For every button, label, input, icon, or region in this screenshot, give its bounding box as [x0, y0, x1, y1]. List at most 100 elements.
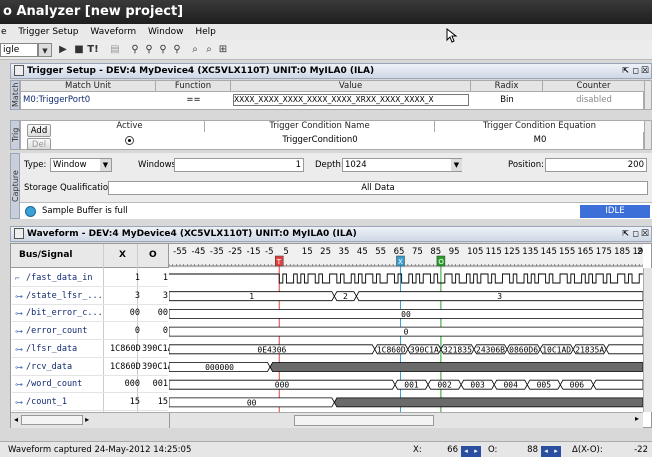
- combo-arrow-icon[interactable]: ▼: [38, 43, 52, 57]
- waveform-maximize-icon[interactable]: ◻: [632, 227, 639, 241]
- signal-horizontal-scrollbar[interactable]: ◂ ▸: [11, 412, 169, 428]
- bus-icon: ⊶: [15, 344, 23, 354]
- radix-cell[interactable]: Bin: [471, 94, 543, 106]
- del-button[interactable]: Del: [27, 138, 51, 150]
- waveform-scroll-right-icon[interactable]: ▸: [635, 414, 639, 423]
- lfsr-data-bus-value: 390C1A: [410, 345, 439, 354]
- scroll-right-icon[interactable]: ▸: [85, 415, 89, 424]
- signal-name: /count_1: [26, 396, 67, 407]
- signal-x-value: 15: [129, 396, 140, 407]
- trigger-condition-equation-header: Trigger Condition Equation: [435, 121, 645, 132]
- waveform-horizontal-scrollbar[interactable]: ▸: [169, 412, 643, 428]
- tab-match[interactable]: Match: [10, 80, 20, 110]
- delta-label: Δ(X-O):: [572, 445, 603, 455]
- match-scrollbar[interactable]: [644, 80, 652, 110]
- waveform-view: Bus/Signal X O ⌐/fast_data_in 1 1 ⊶/state_l…: [10, 243, 652, 428]
- depth-dropdown-icon[interactable]: ▼: [451, 159, 462, 171]
- lfsr-data-bus-value: 10C1AD: [542, 345, 571, 354]
- ruler-tick-label: 65: [394, 247, 405, 257]
- marker-2-icon[interactable]: ⚲: [156, 43, 170, 57]
- value-cell[interactable]: XXXX_XXXX_XXXX_XXXX_XXXX_XRXX_XXXX_XXXX_…: [233, 94, 469, 106]
- ruler-tick-label: 105: [467, 247, 483, 257]
- zoom-fit-icon[interactable]: ⊞: [216, 43, 230, 57]
- type-label: Type:: [24, 160, 47, 170]
- state-lfsr-bus-value: 2: [343, 292, 348, 301]
- signal-row[interactable]: ⊶/rcv_data 1C860D 390C1A: [12, 359, 173, 376]
- save-icon[interactable]: ▤: [108, 43, 122, 57]
- ruler-tick-label: 15: [302, 247, 313, 257]
- panel-icon: [14, 65, 24, 76]
- menu-help[interactable]: Help: [195, 27, 216, 37]
- zoom-out-icon[interactable]: ⌕: [202, 43, 216, 57]
- signal-row[interactable]: ⊶/word_count 000 001: [12, 376, 168, 394]
- ruler-tick-label: 5: [283, 247, 288, 257]
- ruler-tick-label: -55: [173, 247, 187, 257]
- signal-row[interactable]: ⊶/lfsr_data 1C860D 390C1A: [12, 341, 173, 358]
- signal-row[interactable]: ⊶/bit_error_c... 00 00: [12, 305, 168, 323]
- ruler-tick-label: 35: [339, 247, 350, 257]
- scroll-thumb[interactable]: [20, 414, 83, 425]
- trigger-condition-name-cell[interactable]: TriggerCondition0: [205, 134, 435, 146]
- zoom-icon[interactable]: ⚲: [128, 43, 142, 57]
- waveform-vertical-scrollbar[interactable]: [643, 268, 652, 412]
- waveform-canvas[interactable]: -55 -45 -35 -25 -15 -5 5 15 25 35 45 55 65 75 85 95 105 1…: [169, 244, 643, 412]
- waveform-float-icon[interactable]: ⇱: [622, 227, 629, 241]
- o-cursor-spinner[interactable]: ◂ ▸: [541, 444, 561, 457]
- ruler-tick-label: -15: [247, 247, 261, 257]
- zoom-in-icon[interactable]: ⌕: [188, 43, 202, 57]
- trigger-mode-select[interactable]: igle: [0, 43, 38, 57]
- storage-qualification-field[interactable]: All Data: [108, 181, 648, 195]
- active-radio[interactable]: [125, 136, 134, 145]
- ruler-tick-label: -25: [228, 247, 242, 257]
- marker-3-icon[interactable]: ⚲: [170, 43, 184, 57]
- ruler-tick-label: -5: [265, 247, 273, 257]
- x-cursor-spinner[interactable]: ◂ ▸: [461, 444, 481, 457]
- depth-label: Depth:: [315, 160, 344, 170]
- ruler-tick-label: 75: [412, 247, 423, 257]
- signal-o-value: 3: [162, 290, 168, 301]
- run-icon[interactable]: ▶: [56, 43, 70, 57]
- signal-name: /lfsr_data: [26, 343, 78, 354]
- match-unit-cell[interactable]: M0:TriggerPort0: [23, 94, 153, 106]
- state-lfsr-bus-value: 1: [249, 292, 254, 301]
- menu-trigger-setup[interactable]: Trigger Setup: [18, 27, 78, 37]
- type-dropdown-icon[interactable]: ▼: [100, 159, 111, 171]
- lfsr-data-bus-value: 24306B: [476, 345, 505, 354]
- stop-icon[interactable]: ■: [72, 43, 86, 57]
- waveform-scroll-thumb[interactable]: [294, 415, 434, 426]
- menu-file[interactable]: e: [1, 27, 7, 37]
- windows-input[interactable]: 1: [174, 158, 304, 172]
- tab-capture[interactable]: Capture: [10, 153, 20, 219]
- trigger-condition-equation-cell[interactable]: M0: [435, 134, 645, 146]
- counter-cell[interactable]: disabled: [543, 94, 645, 106]
- trig-scrollbar[interactable]: [644, 120, 652, 150]
- o-cursor-value: 88: [527, 445, 538, 455]
- mouse-cursor-icon: [446, 28, 458, 43]
- signal-x-value: 0: [134, 326, 140, 337]
- signal-row[interactable]: ⊶/error_count 0 0: [12, 323, 168, 341]
- trigger-now-icon[interactable]: T!: [86, 43, 100, 57]
- ruler-tick-label: 2: [637, 247, 642, 257]
- word-count-bus-value: 000: [275, 381, 290, 390]
- signal-row[interactable]: ⊶/state_lfsr_... 3 3: [12, 288, 168, 305]
- bus-icon: ⊶: [15, 362, 23, 372]
- scroll-left-icon[interactable]: ◂: [14, 415, 18, 424]
- signal-row[interactable]: ⌐ /fast_data_in 1 1: [12, 270, 168, 287]
- position-input[interactable]: 200: [545, 158, 647, 172]
- add-button[interactable]: Add: [27, 124, 51, 137]
- maximize-icon[interactable]: ◻: [632, 64, 639, 78]
- menu-waveform[interactable]: Waveform: [90, 27, 136, 37]
- ruler-tick-label: 115: [486, 247, 502, 257]
- count-1-bus-value: 00: [247, 398, 257, 407]
- menu-window[interactable]: Window: [148, 27, 184, 37]
- float-icon[interactable]: ⇱: [622, 64, 629, 78]
- signal-row[interactable]: ⊶/count_1 15 15: [12, 394, 168, 411]
- tab-trig[interactable]: Trig: [10, 120, 20, 150]
- function-cell[interactable]: ==: [156, 94, 231, 106]
- lfsr-data-bus-value: 0860D6: [509, 345, 538, 354]
- marker-1-icon[interactable]: ⚲: [142, 43, 156, 57]
- depth-select[interactable]: 1024: [342, 158, 462, 172]
- close-icon[interactable]: ☒: [641, 64, 649, 78]
- waveform-close-icon[interactable]: ☒: [641, 227, 649, 241]
- bus-signal-header: Bus/Signal: [19, 250, 73, 260]
